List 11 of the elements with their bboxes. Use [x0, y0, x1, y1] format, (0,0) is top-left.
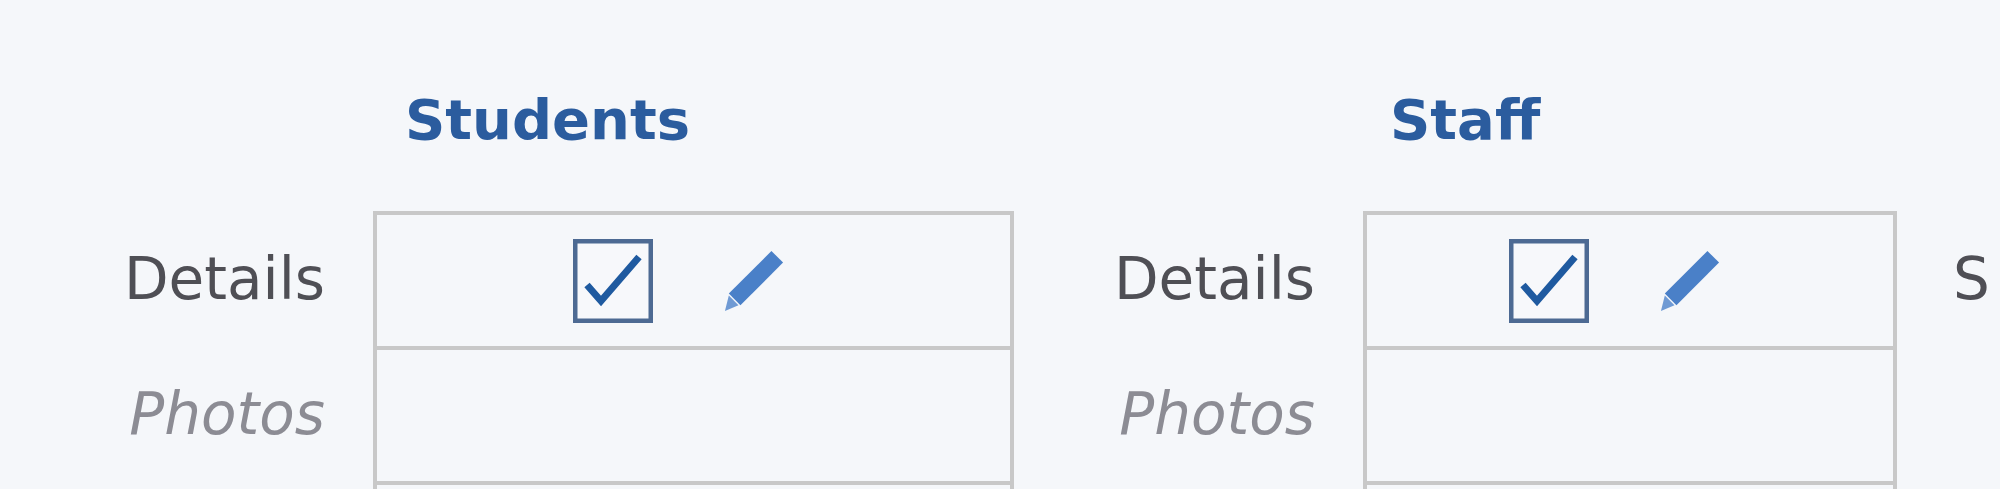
- checkbox[interactable]: [572, 238, 653, 323]
- pencil-icon[interactable]: [722, 248, 785, 313]
- row-label: Details: [123, 244, 325, 313]
- checkbox[interactable]: [1509, 238, 1589, 323]
- pencil-icon[interactable]: [1659, 248, 1721, 313]
- row-label: Photos: [1119, 379, 1315, 448]
- section-title: Students: [405, 86, 690, 154]
- section-title: Staff: [1390, 86, 1541, 154]
- row-label: S: [1953, 244, 1990, 313]
- row-label: Photos: [129, 379, 325, 448]
- row-label: Details: [1113, 244, 1315, 313]
